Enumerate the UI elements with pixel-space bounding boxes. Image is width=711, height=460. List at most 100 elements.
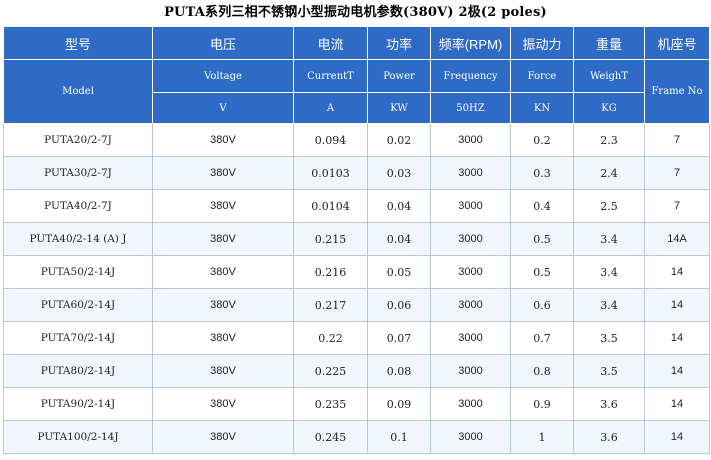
cell-weight: 3.6 <box>573 387 645 421</box>
cell-frame: 14 <box>644 255 710 289</box>
table-row: PUTA70/2-14J 380V 0.22 0.07 3000 0.7 3.5 14 <box>3 321 710 355</box>
header-current-en: CurrentT <box>293 59 368 93</box>
cell-voltage: 380V <box>152 222 294 256</box>
unit-weight: KG <box>573 92 645 124</box>
cell-power: 0.07 <box>367 321 431 355</box>
unit-force: KN <box>510 92 574 124</box>
cell-weight: 3.4 <box>573 255 645 289</box>
header-power-cn: 功率 <box>367 26 431 60</box>
cell-force: 0.6 <box>510 288 574 322</box>
cell-weight: 2.3 <box>573 123 645 157</box>
cell-frequency: 3000 <box>430 222 511 256</box>
cell-model: PUTA60/2-14J <box>3 288 153 322</box>
unit-current: A <box>293 92 368 124</box>
cell-voltage: 380V <box>152 255 294 289</box>
cell-frequency: 3000 <box>430 189 511 223</box>
unit-power: KW <box>367 92 431 124</box>
cell-force: 1 <box>510 420 574 454</box>
cell-voltage: 380V <box>152 288 294 322</box>
cell-force: 0.3 <box>510 156 574 190</box>
unit-frequency: 50HZ <box>430 92 511 124</box>
table-body: PUTA20/2-7J 380V 0.094 0.02 3000 0.2 2.3 7 PUTA3… <box>3 123 710 454</box>
cell-current: 0.22 <box>293 321 368 355</box>
cell-force: 0.2 <box>510 123 574 157</box>
header-current-cn: 电流 <box>293 26 368 60</box>
cell-frame: 7 <box>644 156 710 190</box>
cell-model: PUTA100/2-14J <box>3 420 153 454</box>
cell-model: PUTA80/2-14J <box>3 354 153 388</box>
header-power-en: Power <box>367 59 431 93</box>
header-voltage-cn: 电压 <box>152 26 294 60</box>
cell-voltage: 380V <box>152 354 294 388</box>
cell-voltage: 380V <box>152 156 294 190</box>
cell-current: 0.225 <box>293 354 368 388</box>
cell-weight: 3.5 <box>573 321 645 355</box>
cell-power: 0.02 <box>367 123 431 157</box>
cell-power: 0.03 <box>367 156 431 190</box>
cell-frequency: 3000 <box>430 156 511 190</box>
cell-force: 0.8 <box>510 354 574 388</box>
cell-power: 0.08 <box>367 354 431 388</box>
cell-power: 0.04 <box>367 222 431 256</box>
header-voltage-en: Voltage <box>152 59 294 93</box>
cell-current: 0.235 <box>293 387 368 421</box>
cell-current: 0.215 <box>293 222 368 256</box>
table-row: PUTA40/2-14 (A) J 380V 0.215 0.04 3000 0.5 3.4… <box>3 222 710 256</box>
cell-force: 0.9 <box>510 387 574 421</box>
table-row: PUTA100/2-14J 380V 0.245 0.1 3000 1 3.6 14 <box>3 420 710 454</box>
cell-weight: 2.5 <box>573 189 645 223</box>
table-row: PUTA20/2-7J 380V 0.094 0.02 3000 0.2 2.3 7 <box>3 123 710 157</box>
cell-force: 0.4 <box>510 189 574 223</box>
header-weight-cn: 重量 <box>573 26 645 60</box>
cell-power: 0.09 <box>367 387 431 421</box>
cell-voltage: 380V <box>152 189 294 223</box>
cell-force: 0.7 <box>510 321 574 355</box>
header-model-cn: 型号 <box>3 26 153 60</box>
cell-frequency: 3000 <box>430 255 511 289</box>
cell-model: PUTA20/2-7J <box>3 123 153 157</box>
header-model-en: Model <box>3 59 153 124</box>
cell-power: 0.06 <box>367 288 431 322</box>
cell-power: 0.04 <box>367 189 431 223</box>
cell-current: 0.217 <box>293 288 368 322</box>
cell-weight: 2.4 <box>573 156 645 190</box>
cell-current: 0.245 <box>293 420 368 454</box>
cell-current: 0.0104 <box>293 189 368 223</box>
table-row: PUTA40/2-7J 380V 0.0104 0.04 3000 0.4 2.5 7 <box>3 189 710 223</box>
header-row-chinese: 型号 电压 电流 功率 频率(RPM) 振动力 重量 机座号 <box>3 26 710 60</box>
cell-frame: 14A <box>644 222 710 256</box>
cell-current: 0.0103 <box>293 156 368 190</box>
cell-frame: 14 <box>644 387 710 421</box>
unit-voltage: V <box>152 92 294 124</box>
header-frame-en: Frame No <box>644 59 710 124</box>
cell-model: PUTA70/2-14J <box>3 321 153 355</box>
header-weight-en: WeighT <box>573 59 645 93</box>
cell-weight: 3.4 <box>573 222 645 256</box>
cell-model: PUTA50/2-14J <box>3 255 153 289</box>
cell-frame: 14 <box>644 420 710 454</box>
cell-power: 0.05 <box>367 255 431 289</box>
cell-frequency: 3000 <box>430 420 511 454</box>
cell-force: 0.5 <box>510 222 574 256</box>
table-row: PUTA30/2-7J 380V 0.0103 0.03 3000 0.3 2.4 7 <box>3 156 710 190</box>
cell-voltage: 380V <box>152 321 294 355</box>
cell-frame: 7 <box>644 189 710 223</box>
table-row: PUTA90/2-14J 380V 0.235 0.09 3000 0.9 3.6 14 <box>3 387 710 421</box>
cell-model: PUTA40/2-14 (A) J <box>3 222 153 256</box>
header-force-cn: 振动力 <box>510 26 574 60</box>
table-row: PUTA50/2-14J 380V 0.216 0.05 3000 0.5 3.4 14 <box>3 255 710 289</box>
header-force-en: Force <box>510 59 574 93</box>
cell-frame: 14 <box>644 354 710 388</box>
cell-frequency: 3000 <box>430 321 511 355</box>
cell-current: 0.094 <box>293 123 368 157</box>
header-frequency-cn: 频率(RPM) <box>430 26 511 60</box>
cell-weight: 3.5 <box>573 354 645 388</box>
cell-frame: 14 <box>644 288 710 322</box>
cell-frame: 14 <box>644 321 710 355</box>
cell-frequency: 3000 <box>430 387 511 421</box>
cell-model: PUTA90/2-14J <box>3 387 153 421</box>
cell-force: 0.5 <box>510 255 574 289</box>
cell-frequency: 3000 <box>430 354 511 388</box>
table-title: PUTA系列三相不锈钢小型振动电机参数(380V) 2极(2 poles) <box>164 5 547 20</box>
cell-voltage: 380V <box>152 420 294 454</box>
